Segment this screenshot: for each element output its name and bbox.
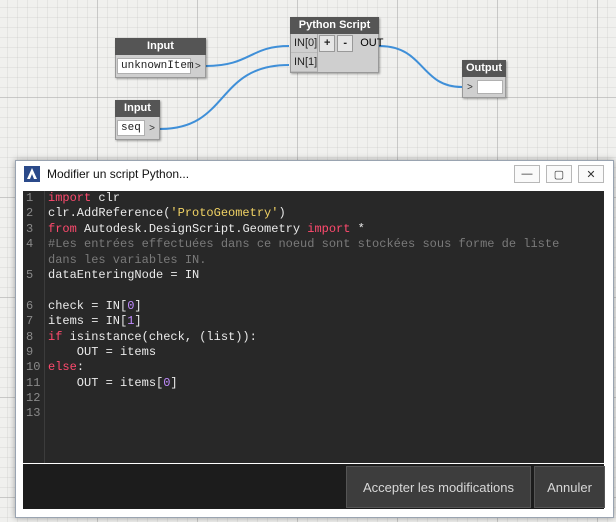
output-node[interactable]: Output > [462, 60, 506, 98]
dialog-footer: Accepter les modifications Annuler [23, 464, 605, 509]
code-line: from Autodesk.DesignScript.Geometry impo… [45, 222, 604, 237]
node-title: Input [115, 38, 206, 55]
wire-input1-to-in0[interactable] [205, 45, 290, 67]
code-token: OUT = items [48, 344, 157, 359]
python-script-node[interactable]: Python Script IN[0] IN[1] + - OUT [290, 17, 383, 73]
code-line: OUT = items[0] [45, 376, 604, 391]
code-token: Autodesk.DesignScript.Geometry [76, 221, 308, 236]
dynamo-app-icon [24, 166, 40, 182]
line-number: 1 [26, 191, 34, 205]
code-line: dans les variables IN. [45, 253, 604, 268]
code-token: import [48, 191, 92, 205]
line-number [23, 283, 44, 298]
code-line: items = IN[1] [45, 314, 604, 329]
output-port-out[interactable]: OUT [354, 34, 383, 72]
code-line: if isinstance(check, (list)): [45, 330, 604, 345]
line-number-gutter: 1 2 3 4 5 6 7 8 9 10 11 12 13 [23, 191, 45, 463]
code-token: else [48, 360, 77, 375]
node-title: Input [115, 100, 160, 117]
line-number: 9 [26, 344, 34, 359]
code-line: import clr [45, 191, 604, 206]
wire-out-to-output[interactable] [378, 45, 463, 88]
code-token: OUT = items[ [48, 375, 164, 390]
line-number: 8 [26, 329, 34, 344]
code-token: ] [170, 375, 178, 390]
code-token: ] [134, 314, 142, 329]
code-line: check = IN[0] [45, 299, 604, 314]
input-port[interactable]: > [463, 82, 477, 93]
code-token: clr.AddReference( [48, 206, 171, 221]
code-token: if [48, 329, 63, 344]
code-token: clr [91, 191, 121, 205]
code-line: else: [45, 360, 604, 375]
output-port[interactable]: > [191, 61, 205, 72]
code-line: OUT = items [45, 345, 604, 360]
line-number [23, 253, 44, 268]
code-line: #Les entrées effectuées dans ce noeud so… [45, 237, 604, 252]
output-value-field [476, 80, 503, 94]
code-token: isinstance(check, (list)): [62, 329, 257, 344]
code-token: ] [134, 298, 142, 313]
python-editor-dialog: Modifier un script Python... — ▢ ✕ 12345… [15, 160, 614, 518]
code-token: from [48, 221, 77, 236]
output-port[interactable]: > [145, 123, 159, 134]
line-number: 13 [26, 406, 41, 421]
line-number: 2 [26, 206, 34, 221]
input-node-unknownitem[interactable]: Input unknownItem > [115, 38, 206, 78]
input-value-field[interactable]: seq [117, 120, 146, 136]
code-token: 'ProtoGeometry' [170, 206, 279, 221]
line-number: 4 [26, 237, 34, 252]
maximize-button[interactable]: ▢ [546, 165, 572, 183]
code-line: clr.AddReference('ProtoGeometry') [45, 206, 604, 221]
code-editor[interactable]: 1 2 3 4 5 6 7 8 9 10 11 12 13 import clr clr.AddRefer… [23, 191, 604, 463]
code-token: ) [278, 206, 286, 221]
code-token: items = IN[ [48, 314, 128, 329]
code-token: import [307, 221, 351, 236]
line-number: 11 [26, 375, 41, 390]
code-token: #Les entrées effectuées dans ce noeud so… [48, 237, 560, 252]
code-token: check = IN[ [48, 298, 128, 313]
code-token: : [76, 360, 85, 375]
accept-changes-button[interactable]: Accepter les modifications [346, 466, 531, 508]
input-node-seq[interactable]: Input seq > [115, 100, 160, 140]
line-number: 10 [26, 360, 41, 375]
cancel-button[interactable]: Annuler [534, 466, 605, 508]
line-number: 12 [26, 391, 41, 406]
line-number: 5 [26, 267, 34, 282]
code-area[interactable]: import clr clr.AddReference('ProtoGeometr… [45, 191, 604, 463]
line-number: 3 [26, 221, 34, 236]
minimize-button[interactable]: — [514, 165, 540, 183]
remove-input-button[interactable]: - [337, 35, 354, 52]
input-port-in1[interactable]: IN[1] [291, 53, 318, 72]
code-token: dataEnteringNode = IN [48, 267, 200, 282]
code-token: * [350, 221, 365, 236]
node-title: Python Script [290, 17, 379, 34]
add-input-button[interactable]: + [319, 35, 336, 52]
close-button[interactable]: ✕ [578, 165, 604, 183]
code-token: dans les variables IN. [48, 252, 207, 267]
dialog-titlebar[interactable]: Modifier un script Python... — ▢ ✕ [16, 161, 613, 187]
line-number: 6 [26, 298, 34, 313]
dialog-title: Modifier un script Python... [47, 167, 190, 181]
line-number: 7 [26, 314, 34, 329]
node-title: Output [462, 60, 506, 77]
code-line: dataEnteringNode = IN [45, 268, 604, 283]
input-port-in0[interactable]: IN[0] [291, 34, 318, 53]
input-value-field[interactable]: unknownItem [117, 58, 194, 74]
